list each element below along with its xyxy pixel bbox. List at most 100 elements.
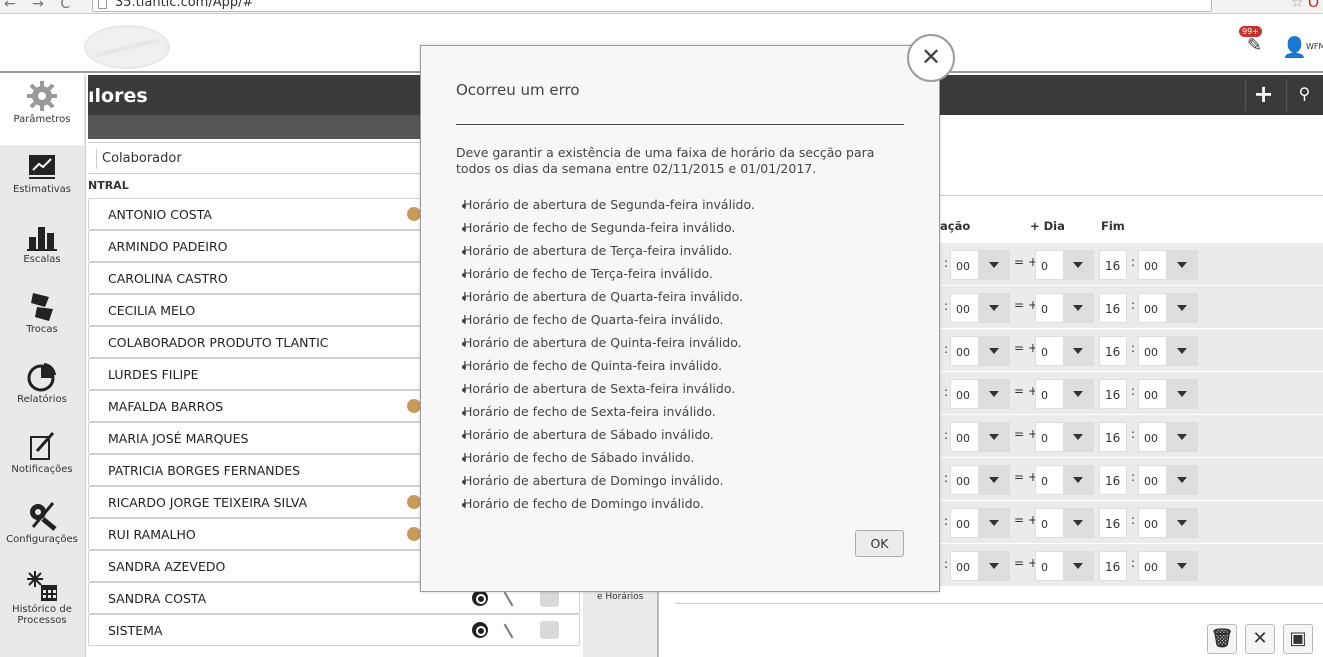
search-icon[interactable]: ⚲: [1286, 79, 1322, 111]
chevron-down-icon[interactable]: [1167, 508, 1198, 538]
chevron-down-icon[interactable]: [1063, 508, 1094, 538]
end-minutes-select[interactable]: 00: [1138, 551, 1167, 581]
browser-extension-icons[interactable]: ☆ O: [1291, 0, 1319, 11]
user-label[interactable]: WFM: [1306, 42, 1323, 51]
minutes-select[interactable]: 00: [950, 379, 979, 409]
chevron-down-icon[interactable]: [979, 508, 1010, 538]
end-minutes-select[interactable]: 00: [1138, 422, 1167, 452]
browser-nav-icons[interactable]: ← → C: [4, 0, 76, 12]
notifications-button[interactable]: 99+ ✎: [1239, 26, 1262, 56]
minutes-select[interactable]: 00: [950, 465, 979, 495]
sidebar-item-configuracoes[interactable]: Configurações: [0, 495, 84, 565]
chevron-down-icon[interactable]: [1063, 250, 1094, 280]
minutes-select[interactable]: 00: [950, 250, 979, 280]
colaborador-name: MARIA JOSÉ MARQUES: [108, 431, 249, 446]
end-hour-input[interactable]: 16: [1099, 465, 1127, 495]
chevron-down-icon[interactable]: [1167, 336, 1198, 366]
error-item: Horário de abertura de Sábado inválido.: [462, 424, 913, 447]
chevron-down-icon[interactable]: [1063, 422, 1094, 452]
end-minutes-select[interactable]: 00: [1138, 250, 1167, 280]
user-avatar-icon: [407, 207, 421, 221]
end-minutes-select[interactable]: 00: [1138, 508, 1167, 538]
chevron-down-icon[interactable]: [1167, 422, 1198, 452]
save-button[interactable]: ▣: [1283, 624, 1313, 654]
clock-icon[interactable]: [472, 622, 488, 638]
chevron-down-icon[interactable]: [1167, 250, 1198, 280]
end-minutes-select[interactable]: 00: [1138, 465, 1167, 495]
opera-icon[interactable]: O: [1308, 0, 1319, 11]
end-hour-input[interactable]: 16: [1099, 379, 1127, 409]
pie-chart-icon: [27, 363, 56, 392]
day-select[interactable]: 0: [1035, 465, 1064, 495]
middle-strip-label[interactable]: e Horários: [597, 592, 643, 602]
schedule-row: :00 = +0 16:00: [939, 458, 1323, 501]
ok-button[interactable]: OK: [855, 530, 904, 557]
error-text: Horário de abertura de Sábado inválido.: [463, 427, 714, 442]
sidebar-item-trocas[interactable]: Trocas: [0, 285, 84, 355]
day-select[interactable]: 0: [1035, 336, 1064, 366]
sidebar-item-relatorios[interactable]: Relatórios: [0, 355, 84, 425]
end-hour-input[interactable]: 16: [1099, 422, 1127, 452]
minutes-select[interactable]: 00: [950, 551, 979, 581]
address-bar[interactable]: 35.tlantic.com/App/#: [92, 0, 1212, 12]
chevron-down-icon[interactable]: [1167, 551, 1198, 581]
day-select[interactable]: 0: [1035, 379, 1064, 409]
close-icon[interactable]: ✕: [907, 34, 955, 82]
sidebar-item-notificacoes[interactable]: Notificações: [0, 425, 84, 495]
sidebar-item-parametros[interactable]: Parâmetros: [0, 75, 84, 145]
end-minutes-select[interactable]: 00: [1138, 293, 1167, 323]
minutes-select[interactable]: 00: [950, 336, 979, 366]
chevron-down-icon[interactable]: [1167, 293, 1198, 323]
edit-icon[interactable]: [503, 619, 521, 639]
clock-icon[interactable]: [472, 590, 488, 606]
brand-logo: [84, 25, 170, 69]
schedule-row: :00 = +0 16:00: [939, 286, 1323, 329]
chevron-down-icon[interactable]: [1063, 465, 1094, 495]
minutes-select[interactable]: 00: [950, 422, 979, 452]
end-minutes-select[interactable]: 00: [1138, 379, 1167, 409]
error-item: Horário de abertura de Quarta-feira invá…: [462, 286, 913, 309]
list-item[interactable]: SISTEMA: [88, 614, 580, 646]
error-item: Horário de abertura de Quinta-feira invá…: [462, 332, 913, 355]
sidebar-item-historico[interactable]: Histórico de Processos: [0, 565, 84, 645]
end-hour-input[interactable]: 16: [1099, 336, 1127, 366]
chevron-down-icon[interactable]: [1167, 379, 1198, 409]
day-select[interactable]: 0: [1035, 250, 1064, 280]
chevron-down-icon[interactable]: [979, 336, 1010, 366]
chevron-down-icon[interactable]: [979, 379, 1010, 409]
add-button[interactable]: +: [1245, 79, 1281, 111]
minutes-select[interactable]: 00: [950, 293, 979, 323]
chevron-down-icon[interactable]: [979, 293, 1010, 323]
delete-button[interactable]: 🗑: [1207, 624, 1237, 654]
chevron-down-icon[interactable]: [1167, 465, 1198, 495]
row-checkbox[interactable]: [540, 621, 559, 639]
end-hour-input[interactable]: 16: [1099, 250, 1127, 280]
chevron-down-icon[interactable]: [1063, 379, 1094, 409]
error-text: Horário de fecho de Sexta-feira inválido…: [463, 404, 716, 419]
end-hour-input[interactable]: 16: [1099, 508, 1127, 538]
cancel-button[interactable]: ✕: [1245, 624, 1275, 654]
chevron-down-icon[interactable]: [979, 551, 1010, 581]
time-colon: :: [1131, 513, 1136, 527]
chevron-down-icon[interactable]: [1063, 551, 1094, 581]
day-select[interactable]: 0: [1035, 293, 1064, 323]
end-minutes-select[interactable]: 00: [1138, 336, 1167, 366]
schedule-row: :00 = +0 16:00: [939, 415, 1323, 458]
day-select[interactable]: 0: [1035, 422, 1064, 452]
end-hour-input[interactable]: 16: [1099, 551, 1127, 581]
sidebar-item-escalas[interactable]: Escalas: [0, 215, 84, 285]
chevron-down-icon[interactable]: [979, 250, 1010, 280]
day-select[interactable]: 0: [1035, 508, 1064, 538]
chevron-down-icon[interactable]: [1063, 293, 1094, 323]
sidebar: Parâmetros Estimativas Escalas Trocas Re…: [0, 75, 86, 657]
sidebar-item-estimativas[interactable]: Estimativas: [0, 145, 84, 215]
chevron-down-icon[interactable]: [1063, 336, 1094, 366]
minutes-select[interactable]: 00: [950, 508, 979, 538]
column-header[interactable]: Colaborador: [88, 142, 420, 174]
colaborador-name: SISTEMA: [108, 623, 163, 638]
chevron-down-icon[interactable]: [979, 422, 1010, 452]
day-select[interactable]: 0: [1035, 551, 1064, 581]
end-hour-input[interactable]: 16: [1099, 293, 1127, 323]
chevron-down-icon[interactable]: [979, 465, 1010, 495]
user-icon[interactable]: 👤: [1282, 35, 1307, 59]
